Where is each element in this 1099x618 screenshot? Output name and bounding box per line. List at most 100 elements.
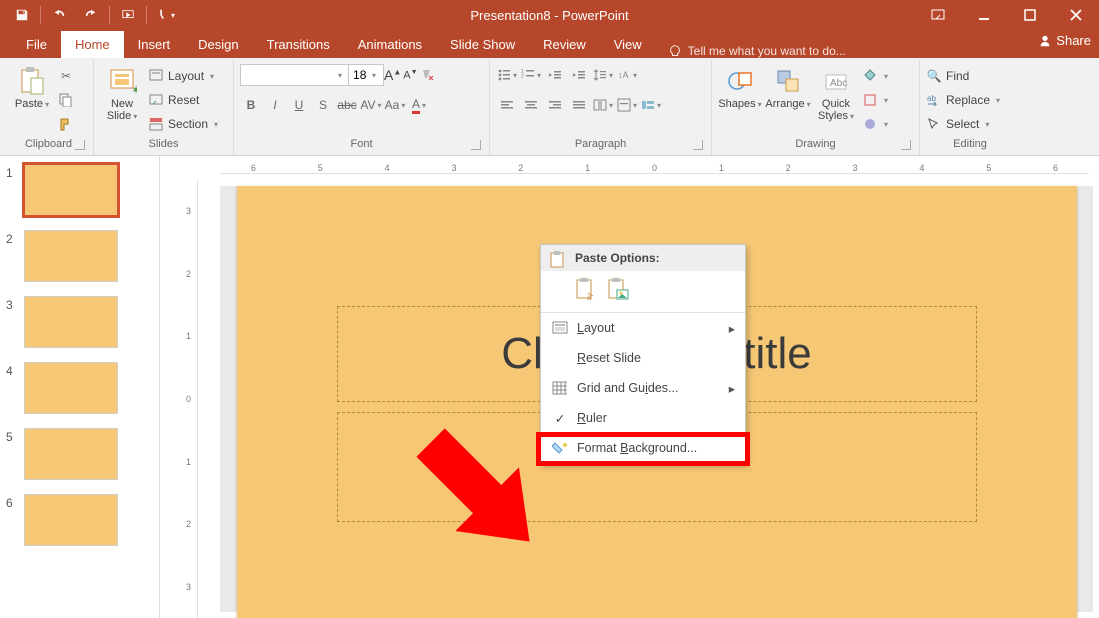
slide-thumb-1[interactable]: 1 — [6, 164, 153, 216]
italic-icon[interactable]: I — [264, 94, 286, 116]
svg-text:↕A: ↕A — [618, 70, 629, 80]
format-painter-button[interactable] — [58, 114, 74, 134]
paste-picture-icon[interactable] — [607, 277, 629, 304]
maximize-icon[interactable] — [1007, 0, 1053, 30]
paste-keep-formatting-icon[interactable]: a — [575, 277, 597, 304]
horizontal-ruler[interactable]: 6543210123456 — [220, 156, 1089, 174]
quick-styles-button[interactable]: Abc Quick Styles▾ — [814, 64, 858, 125]
group-editing: 🔍Find abReplace▾ Select▾ Editing — [920, 60, 1020, 155]
clear-formatting-icon[interactable] — [420, 67, 434, 84]
tab-transitions[interactable]: Transitions — [253, 31, 344, 58]
copy-button[interactable] — [58, 90, 74, 110]
paragraph-dialog-launcher[interactable] — [693, 140, 703, 150]
title-bar: ▾ Presentation8 - PowerPoint — [0, 0, 1099, 30]
submenu-arrow-icon: ▸ — [729, 381, 735, 396]
clipboard-dialog-launcher[interactable] — [75, 140, 85, 150]
tab-insert[interactable]: Insert — [124, 31, 185, 58]
group-label-clipboard: Clipboard — [25, 138, 72, 150]
shape-outline-button[interactable]: ▾ — [862, 90, 888, 110]
slide-thumb-4[interactable]: 4 — [6, 362, 153, 414]
replace-button[interactable]: abReplace▾ — [926, 90, 1000, 110]
svg-text:a: a — [587, 293, 592, 301]
grid-icon — [551, 379, 569, 397]
group-font: ▾ ▾ A▲ A▼ B I U S abc AV▾ Aa▾ A▾ Font — [234, 60, 490, 155]
tab-animations[interactable]: Animations — [344, 31, 436, 58]
svg-text:Abc: Abc — [830, 78, 847, 89]
undo-icon[interactable] — [45, 2, 73, 28]
tab-review[interactable]: Review — [529, 31, 600, 58]
char-spacing-icon[interactable]: AV▾ — [360, 94, 382, 116]
ctx-reset-slide[interactable]: Reset Slide — [541, 343, 745, 373]
group-label-slides: Slides — [149, 138, 179, 150]
bullets-icon[interactable]: ▾ — [496, 64, 518, 86]
group-paragraph: ▾ 12▾ ▾ ↕A▾ ▾ ▾ ▾ Paragraph — [490, 60, 712, 155]
group-label-drawing: Drawing — [795, 138, 835, 150]
align-text-icon[interactable]: ▾ — [616, 94, 638, 116]
arrange-button[interactable]: Arrange▾ — [766, 64, 810, 113]
line-spacing-icon[interactable]: ▾ — [592, 64, 614, 86]
columns-icon[interactable]: ▾ — [592, 94, 614, 116]
select-button[interactable]: Select▾ — [926, 114, 1000, 134]
cut-button[interactable]: ✂ — [58, 66, 74, 86]
section-button[interactable]: Section▾ — [148, 114, 218, 134]
font-name-input[interactable] — [240, 64, 350, 86]
layout-button[interactable]: Layout▾ — [148, 66, 218, 86]
slide-thumb-3[interactable]: 3 — [6, 296, 153, 348]
vertical-ruler[interactable]: 3210123 — [180, 180, 198, 618]
shape-fill-button[interactable]: ▾ — [862, 66, 888, 86]
slide-thumb-6[interactable]: 6 — [6, 494, 153, 546]
numbering-icon[interactable]: 12▾ — [520, 64, 542, 86]
reset-button[interactable]: Reset — [148, 90, 218, 110]
save-icon[interactable] — [8, 2, 36, 28]
tell-me-text: Tell me what you want to do... — [688, 44, 846, 58]
ctx-grid-guides[interactable]: Grid and Guides... ▸ — [541, 373, 745, 403]
ctx-format-background[interactable]: Format Background... — [541, 433, 745, 463]
paste-button[interactable]: Paste▾ — [10, 64, 54, 113]
align-center-icon[interactable] — [520, 94, 542, 116]
increase-indent-icon[interactable] — [568, 64, 590, 86]
shrink-font-icon[interactable]: A▼ — [403, 69, 417, 82]
text-direction-icon[interactable]: ↕A▾ — [616, 64, 638, 86]
tab-slideshow[interactable]: Slide Show — [436, 31, 529, 58]
align-left-icon[interactable] — [496, 94, 518, 116]
font-size-input[interactable] — [348, 64, 384, 86]
shadow-icon[interactable]: S — [312, 94, 334, 116]
drawing-dialog-launcher[interactable] — [901, 140, 911, 150]
context-menu: Paste Options: a Layout ▸ Reset Slide Gr… — [540, 244, 746, 464]
align-right-icon[interactable] — [544, 94, 566, 116]
decrease-indent-icon[interactable] — [544, 64, 566, 86]
tab-design[interactable]: Design — [184, 31, 252, 58]
minimize-icon[interactable] — [961, 0, 1007, 30]
smartart-icon[interactable]: ▾ — [640, 94, 662, 116]
slide-thumbnail-panel[interactable]: 1 2 3 4 5 6 — [0, 156, 160, 618]
bold-icon[interactable]: B — [240, 94, 262, 116]
ribbon-tabs: File Home Insert Design Transitions Anim… — [0, 30, 1099, 58]
find-button[interactable]: 🔍Find — [926, 66, 1000, 86]
grow-font-icon[interactable]: A▲ — [384, 67, 401, 83]
touch-mouse-mode-icon[interactable]: ▾ — [151, 2, 179, 28]
redo-icon[interactable] — [77, 2, 105, 28]
change-case-icon[interactable]: Aa▾ — [384, 94, 406, 116]
justify-icon[interactable] — [568, 94, 590, 116]
tab-view[interactable]: View — [600, 31, 656, 58]
share-label: Share — [1056, 33, 1091, 48]
start-slideshow-icon[interactable] — [114, 2, 142, 28]
shapes-button[interactable]: Shapes▾ — [718, 64, 762, 113]
strikethrough-icon[interactable]: abc — [336, 94, 358, 116]
svg-text:2: 2 — [521, 74, 524, 80]
close-icon[interactable] — [1053, 0, 1099, 30]
ribbon-display-options-icon[interactable] — [915, 0, 961, 30]
shape-effects-button[interactable]: ▾ — [862, 114, 888, 134]
ctx-layout[interactable]: Layout ▸ — [541, 313, 745, 343]
tell-me[interactable]: Tell me what you want to do... — [668, 44, 846, 58]
share-button[interactable]: Share — [1038, 33, 1091, 48]
ctx-ruler[interactable]: ✓ Ruler — [541, 403, 745, 433]
font-dialog-launcher[interactable] — [471, 140, 481, 150]
font-color-icon[interactable]: A▾ — [408, 94, 430, 116]
new-slide-button[interactable]: ✶ New Slide▾ — [100, 64, 144, 125]
tab-home[interactable]: Home — [61, 31, 124, 58]
tab-file[interactable]: File — [12, 31, 61, 58]
slide-thumb-2[interactable]: 2 — [6, 230, 153, 282]
slide-thumb-5[interactable]: 5 — [6, 428, 153, 480]
underline-icon[interactable]: U — [288, 94, 310, 116]
